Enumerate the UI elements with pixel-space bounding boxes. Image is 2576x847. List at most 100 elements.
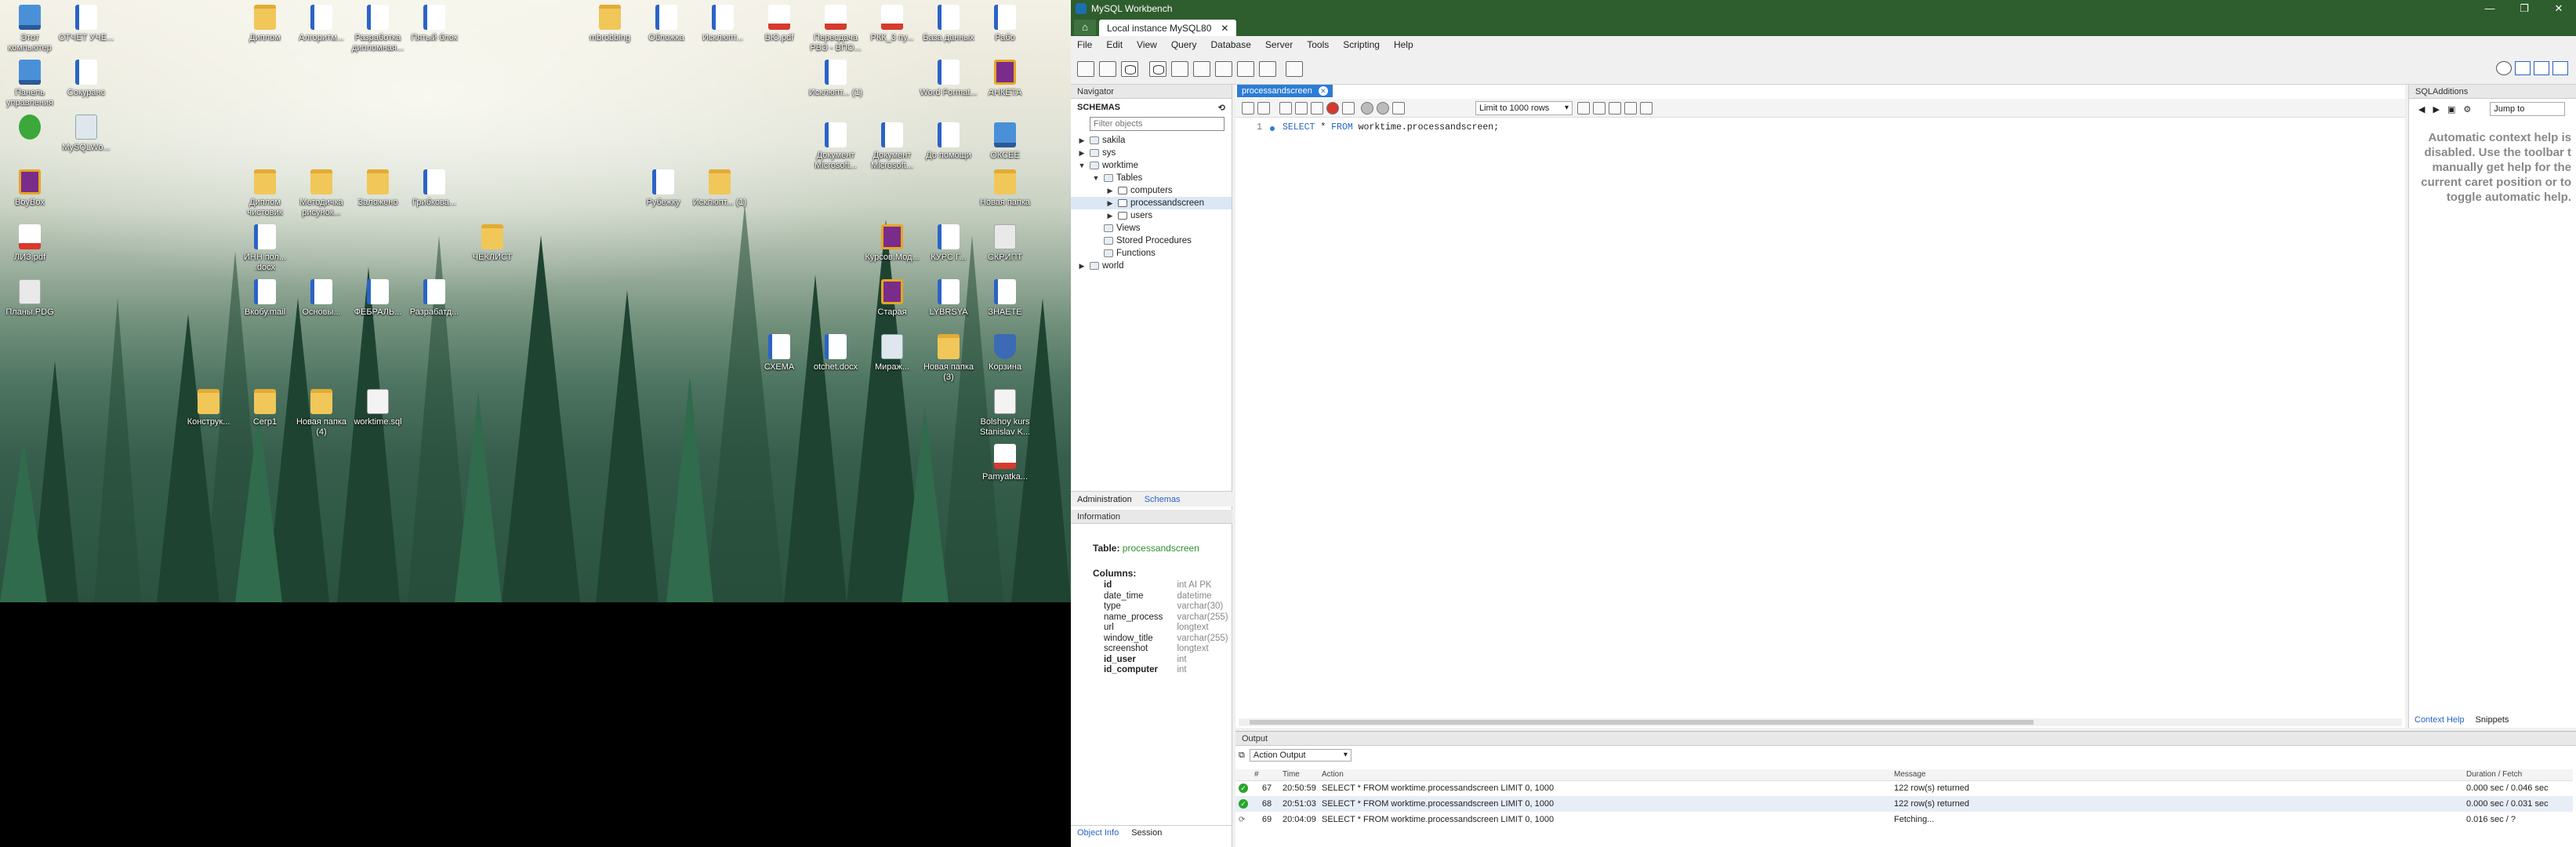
desktop-icon[interactable]: БЮ.pdf: [749, 5, 809, 43]
expand-arrow-icon[interactable]: ▶: [1105, 209, 1115, 222]
stop-icon[interactable]: [1326, 102, 1339, 115]
desktop-icon[interactable]: Грибкова...: [405, 169, 464, 208]
manual-help-icon[interactable]: ▣: [2447, 104, 2455, 115]
menu-database[interactable]: Database: [1211, 39, 1251, 50]
menu-view[interactable]: View: [1137, 39, 1157, 50]
desktop-icon[interactable]: LYBRSYA: [919, 279, 978, 318]
desktop-icon[interactable]: MySQLWo...: [56, 115, 116, 153]
desktop-icon[interactable]: СКРИПТ: [975, 224, 1035, 263]
add-to-snippets-icon[interactable]: [1577, 102, 1590, 115]
desktop-icon[interactable]: До помощи: [919, 122, 978, 161]
desktop-icon[interactable]: Панель управления: [0, 60, 60, 108]
back-icon[interactable]: ◀: [2418, 104, 2425, 115]
desktop-icon[interactable]: Основы...: [292, 279, 351, 318]
close-button[interactable]: ✕: [2542, 0, 2576, 17]
toggle-output-icon[interactable]: [2534, 61, 2549, 75]
desktop-icon[interactable]: Pamyatka...: [975, 444, 1035, 482]
create-schema-icon[interactable]: [1149, 61, 1166, 77]
desktop-icon[interactable]: Алгоритм...: [292, 5, 351, 43]
desktop-icon[interactable]: Пятый блок: [405, 5, 464, 43]
desktop-icon[interactable]: Разрабатд...: [405, 279, 464, 318]
tree-node[interactable]: ▶ processandscreen: [1071, 197, 1232, 209]
tab-context-help[interactable]: Context Help: [2415, 715, 2465, 726]
menu-help[interactable]: Help: [1394, 39, 1413, 50]
tab-snippets[interactable]: Snippets: [2476, 715, 2509, 726]
desktop-icon[interactable]: Рабо: [975, 5, 1035, 43]
tree-node[interactable]: ▶ sakila: [1071, 134, 1232, 147]
desktop-icon[interactable]: Обложка: [637, 5, 696, 43]
desktop-icon[interactable]: [0, 115, 60, 143]
desktop-icon[interactable]: BoyBox: [0, 169, 60, 208]
expand-arrow-icon[interactable]: ▶: [1077, 147, 1087, 159]
menu-query[interactable]: Query: [1171, 39, 1197, 50]
desktop-icon[interactable]: Методичка рисунок...: [292, 169, 351, 218]
forward-icon[interactable]: ▶: [2433, 104, 2439, 115]
open-sql-script-icon[interactable]: [1099, 61, 1116, 77]
close-query-tab-icon[interactable]: ✕: [1318, 86, 1328, 96]
expand-arrow-icon[interactable]: ▶: [1077, 260, 1087, 272]
menu-server[interactable]: Server: [1265, 39, 1293, 50]
tree-node[interactable]: ▼ worktime: [1071, 159, 1232, 172]
desktop-icon[interactable]: ОТЧЕТ УЧЕ...: [56, 5, 116, 43]
desktop-icon[interactable]: Курсов.Мод...: [862, 224, 922, 263]
desktop-icon[interactable]: Рубежку: [633, 169, 693, 208]
desktop-icon[interactable]: Исклюпт... (1): [806, 60, 865, 98]
tab-session[interactable]: Session: [1131, 828, 1162, 838]
beautify-icon[interactable]: [1593, 102, 1605, 115]
menu-scripting[interactable]: Scripting: [1343, 39, 1380, 50]
desktop-icon[interactable]: Корзина: [975, 334, 1035, 373]
create-procedure-icon[interactable]: [1215, 61, 1232, 77]
desktop-icon[interactable]: ФЕБРАЛЬ...: [348, 279, 408, 318]
tree-node[interactable]: Stored Procedures: [1071, 234, 1232, 247]
create-view-icon[interactable]: [1193, 61, 1210, 77]
desktop-icon[interactable]: Этот компьютер: [0, 5, 60, 53]
desktop-icon[interactable]: Диплом чистовик: [235, 169, 295, 218]
home-icon[interactable]: ⌂: [1074, 20, 1096, 35]
auto-help-icon[interactable]: ⚙: [2463, 104, 2471, 115]
reconnect-icon[interactable]: [1286, 61, 1303, 77]
desktop-icon[interactable]: worktime.sql: [348, 389, 408, 427]
execute-current-icon[interactable]: [1295, 102, 1308, 115]
desktop-icon[interactable]: Bolshoy kurs Stanislav K...: [975, 389, 1035, 438]
desktop-icon[interactable]: Диплом: [235, 5, 295, 43]
desktop-icon[interactable]: СХЕМА: [749, 334, 809, 373]
new-sql-tab-icon[interactable]: [1077, 61, 1094, 77]
desktop-icon[interactable]: ЛИЗ.pdf: [0, 224, 60, 263]
desktop-icon[interactable]: База данных: [919, 5, 978, 43]
tree-node[interactable]: ▶ users: [1071, 209, 1232, 222]
desktop-icon[interactable]: Новая папка (4): [292, 389, 351, 438]
sql-code[interactable]: 1 SELECT * FROM worktime.processandscree…: [1235, 122, 1499, 133]
toggle-continue-icon[interactable]: [1342, 102, 1355, 115]
maximize-button[interactable]: ❐: [2507, 0, 2542, 17]
tree-node[interactable]: Views: [1071, 222, 1232, 234]
desktop-icon[interactable]: Сокуранс: [56, 60, 116, 98]
desktop-icon[interactable]: Новая папка (3): [919, 334, 978, 383]
tab-object-info[interactable]: Object Info: [1077, 828, 1119, 838]
desktop-icon[interactable]: РКК_3 пу...: [862, 5, 922, 43]
wrap-lines-icon[interactable]: [1640, 102, 1653, 115]
expand-arrow-icon[interactable]: ▶: [1105, 184, 1115, 197]
limit-rows-select[interactable]: Limit to 1000 rows: [1475, 101, 1573, 115]
desktop-icon[interactable]: КУРС Г...: [919, 224, 978, 263]
expand-arrow-icon[interactable]: ▶: [1077, 134, 1087, 147]
minimize-button[interactable]: —: [2473, 0, 2507, 17]
desktop-icon[interactable]: Документ Microsoft...: [862, 122, 922, 171]
desktop-icon[interactable]: ОКСЕЕ: [975, 122, 1035, 161]
expand-arrow-icon[interactable]: ▶: [1105, 197, 1115, 209]
refresh-schemas-icon[interactable]: ⟲: [1218, 103, 1225, 113]
expand-arrow-icon[interactable]: ▼: [1077, 159, 1087, 172]
filter-objects-input[interactable]: [1090, 117, 1225, 131]
search-table-data-icon[interactable]: [1259, 61, 1276, 77]
jump-to-select[interactable]: Jump to: [2490, 102, 2566, 116]
desktop-icon[interactable]: Сегр1: [235, 389, 295, 427]
expand-arrow-icon[interactable]: ▼: [1091, 172, 1101, 184]
query-tab[interactable]: processandscreen ✕: [1237, 85, 1333, 97]
desktop-icon[interactable]: Новая папка: [975, 169, 1035, 208]
desktop-icon[interactable]: Исклюпт...: [693, 5, 753, 43]
execute-icon[interactable]: [1279, 102, 1292, 115]
explain-icon[interactable]: [1311, 102, 1323, 115]
desktop-icon[interactable]: Мираж...: [862, 334, 922, 373]
toggle-secondary-sidebar-icon[interactable]: [2552, 61, 2568, 75]
toggle-sidebar-icon[interactable]: [2515, 61, 2531, 75]
desktop-icon[interactable]: Планы.PDG: [0, 279, 60, 318]
